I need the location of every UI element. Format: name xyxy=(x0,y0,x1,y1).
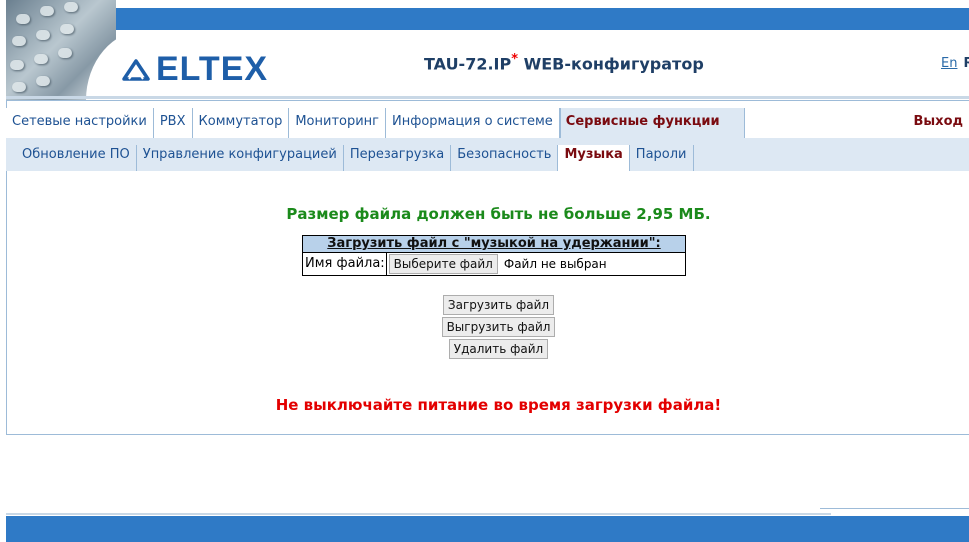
footer-bar xyxy=(6,516,969,542)
footer-divider xyxy=(6,513,831,515)
download-file-button[interactable]: Выгрузить файл xyxy=(441,317,556,337)
file-row: Имя файла: Выберите файл Файл не выбран xyxy=(303,252,685,275)
lang-ru-link[interactable]: Ru xyxy=(963,56,969,71)
main-menu: Сетевые настройки PBX Коммутатор Монитор… xyxy=(6,108,969,139)
submenu-config-management[interactable]: Управление конфигурацией xyxy=(137,145,344,171)
logout-button[interactable]: Выход xyxy=(914,108,969,138)
file-size-notice: Размер файла должен быть не больше 2,95 … xyxy=(286,205,711,223)
menu-switch[interactable]: Коммутатор xyxy=(193,108,290,138)
submenu-music[interactable]: Музыка xyxy=(558,145,630,171)
menu-network-settings[interactable]: Сетевые настройки xyxy=(6,108,154,138)
header-divider xyxy=(6,96,969,99)
submenu-security[interactable]: Безопасность xyxy=(451,145,559,171)
app-title-suffix: WEB-конфигуратор xyxy=(518,54,704,74)
menu-monitoring[interactable]: Мониторинг xyxy=(289,108,387,138)
app-title: TAU-72.IP* WEB-конфигуратор xyxy=(424,52,704,73)
submenu-passwords[interactable]: Пароли xyxy=(630,145,694,171)
upload-file-button[interactable]: Загрузить файл xyxy=(442,295,555,315)
eltex-logo-icon xyxy=(122,58,150,81)
delete-file-button[interactable]: Удалить файл xyxy=(448,339,549,359)
submenu-reboot[interactable]: Перезагрузка xyxy=(344,145,452,171)
language-switch: En Ru xyxy=(941,56,969,71)
menu-system-info[interactable]: Информация о системе xyxy=(386,108,560,138)
header-bar xyxy=(6,8,969,30)
file-name-label: Имя файла: xyxy=(303,253,387,275)
app-title-star: * xyxy=(511,52,519,67)
no-file-text: Файл не выбран xyxy=(503,257,607,271)
app-title-model: TAU-72.IP xyxy=(424,54,512,74)
menu-service-functions[interactable]: Сервисные функции xyxy=(559,108,745,138)
header-divider-line xyxy=(6,100,969,101)
upload-form: Загрузить файл с "музыкой на удержании":… xyxy=(302,235,686,276)
upload-form-header: Загрузить файл с "музыкой на удержании": xyxy=(303,236,685,252)
logo: ELTEX xyxy=(122,50,268,89)
logo-text: ELTEX xyxy=(156,50,269,88)
file-actions: Загрузить файл Выгрузить файл Удалить фа… xyxy=(6,295,969,359)
menu-pbx[interactable]: PBX xyxy=(154,108,193,138)
menu-spacer xyxy=(745,108,914,138)
lang-en-link[interactable]: En xyxy=(941,56,957,71)
sub-menu: Обновление ПО Управление конфигурацией П… xyxy=(6,138,969,171)
choose-file-button[interactable]: Выберите файл xyxy=(388,254,498,274)
power-warning: Не выключайте питание во время загрузки … xyxy=(275,396,722,414)
header: ELTEX TAU-72.IP* WEB-конфигуратор En Ru xyxy=(6,0,969,100)
submenu-firmware-update[interactable]: Обновление ПО xyxy=(16,145,137,171)
